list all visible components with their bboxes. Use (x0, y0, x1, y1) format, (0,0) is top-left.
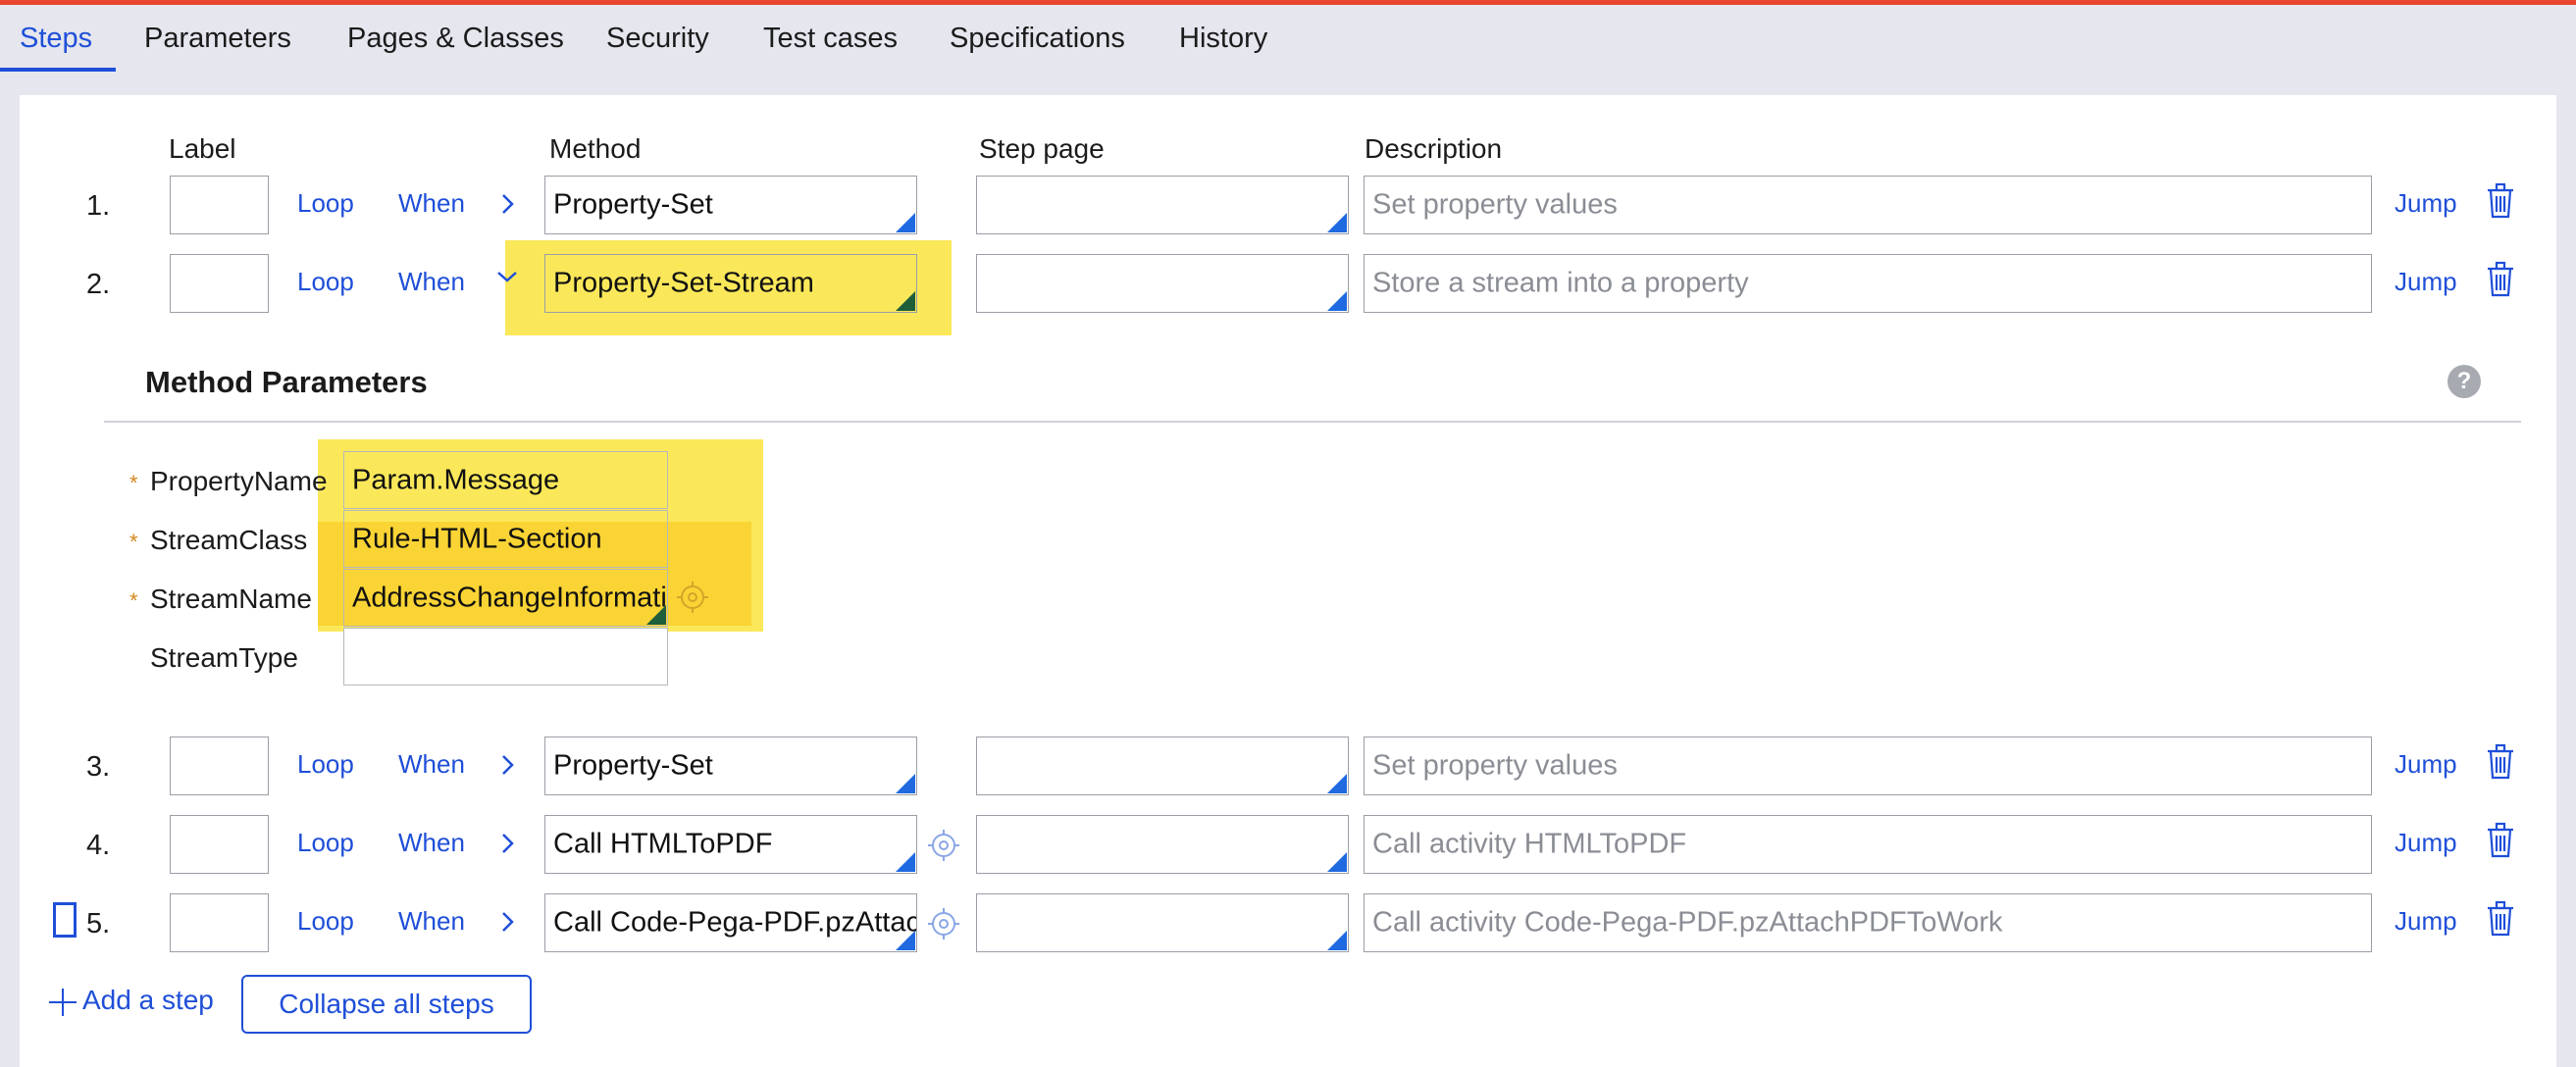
tab-parameters[interactable]: Parameters (144, 23, 291, 55)
step-page-combo[interactable] (976, 737, 1349, 795)
chevron-right-icon[interactable] (494, 750, 520, 780)
trash-icon[interactable] (2485, 182, 2516, 220)
loop-link[interactable]: Loop (297, 749, 354, 780)
stream-type-input[interactable] (343, 628, 668, 686)
tab-security[interactable]: Security (606, 23, 709, 55)
required-star-icon: * (129, 588, 138, 613)
loop-link[interactable]: Loop (297, 906, 354, 937)
collapse-all-steps-button[interactable]: Collapse all steps (241, 975, 532, 1034)
method-combo[interactable]: Call HTMLToPDF (544, 815, 917, 874)
property-name-input[interactable]: Param.Message (343, 451, 668, 509)
row-select-checkbox[interactable] (53, 902, 77, 938)
stream-class-input[interactable]: Rule-HTML-Section (343, 510, 668, 568)
target-icon[interactable] (927, 829, 960, 862)
trash-icon[interactable] (2485, 261, 2516, 298)
chevron-down-icon[interactable] (494, 263, 520, 292)
target-icon[interactable] (676, 581, 709, 614)
tab-pages-classes[interactable]: Pages & Classes (347, 23, 564, 55)
param-label: StreamType (150, 642, 298, 673)
param-label: StreamClass (150, 525, 308, 555)
chevron-right-icon[interactable] (494, 189, 520, 219)
chevron-right-icon[interactable] (494, 907, 520, 937)
when-link[interactable]: When (398, 188, 465, 219)
jump-link[interactable]: Jump (2395, 267, 2457, 297)
stream-name-input[interactable]: AddressChangeInformation (343, 569, 668, 627)
required-star-icon: * (129, 471, 138, 495)
add-step-link[interactable]: Add a step (49, 985, 214, 1016)
tab-history[interactable]: History (1179, 23, 1267, 55)
method-combo[interactable]: Call Code-Pega-PDF.pzAttachPDFToWork (544, 893, 917, 952)
step-number: 1. (86, 190, 111, 222)
column-header-label: Label (169, 133, 236, 164)
step-label-input[interactable] (170, 737, 269, 795)
when-link[interactable]: When (398, 267, 465, 297)
loop-link[interactable]: Loop (297, 828, 354, 858)
description-input[interactable]: Set property values (1364, 737, 2372, 795)
loop-link[interactable]: Loop (297, 188, 354, 219)
trash-icon[interactable] (2485, 900, 2516, 938)
step-page-combo[interactable] (976, 254, 1349, 313)
tab-test-cases[interactable]: Test cases (763, 23, 898, 55)
jump-link[interactable]: Jump (2395, 188, 2457, 219)
description-input[interactable]: Call activity Code-Pega-PDF.pzAttachPDFT… (1364, 893, 2372, 952)
when-link[interactable]: When (398, 828, 465, 858)
loop-link[interactable]: Loop (297, 267, 354, 297)
column-header-method: Method (549, 133, 642, 164)
step-label-input[interactable] (170, 176, 269, 234)
jump-link[interactable]: Jump (2395, 749, 2457, 780)
description-input[interactable]: Call activity HTMLToPDF (1364, 815, 2372, 874)
param-label: StreamName (150, 584, 312, 614)
method-combo[interactable]: Property-Set (544, 176, 917, 234)
jump-link[interactable]: Jump (2395, 906, 2457, 937)
method-combo[interactable]: Property-Set-Stream (544, 254, 917, 313)
step-number: 4. (86, 830, 111, 861)
method-combo[interactable]: Property-Set (544, 737, 917, 795)
step-page-combo[interactable] (976, 893, 1349, 952)
trash-icon[interactable] (2485, 822, 2516, 859)
step-page-combo[interactable] (976, 176, 1349, 234)
tab-bar: Steps Parameters Pages & Classes Securit… (0, 5, 2576, 72)
column-header-description: Description (1365, 133, 1503, 164)
when-link[interactable]: When (398, 906, 465, 937)
jump-link[interactable]: Jump (2395, 828, 2457, 858)
chevron-right-icon[interactable] (494, 829, 520, 858)
param-label: PropertyName (150, 466, 328, 496)
when-link[interactable]: When (398, 749, 465, 780)
tab-specifications[interactable]: Specifications (950, 23, 1125, 55)
step-number: 2. (86, 269, 111, 300)
help-icon[interactable]: ? (2447, 365, 2481, 398)
add-step-label: Add a step (82, 985, 214, 1015)
column-header-step-page: Step page (979, 133, 1105, 164)
step-number: 3. (86, 751, 111, 783)
step-label-input[interactable] (170, 893, 269, 952)
step-label-input[interactable] (170, 254, 269, 313)
required-star-icon: * (129, 530, 138, 554)
step-number: 5. (86, 908, 111, 940)
method-parameters-title: Method Parameters (145, 365, 428, 399)
trash-icon[interactable] (2485, 743, 2516, 781)
active-tab-indicator (0, 68, 116, 72)
step-page-combo[interactable] (976, 815, 1349, 874)
plus-icon (49, 988, 77, 1016)
tab-steps[interactable]: Steps (20, 23, 92, 55)
section-divider (104, 421, 2521, 423)
target-icon[interactable] (927, 907, 960, 940)
description-input[interactable]: Store a stream into a property (1364, 254, 2372, 313)
description-input[interactable]: Set property values (1364, 176, 2372, 234)
step-label-input[interactable] (170, 815, 269, 874)
